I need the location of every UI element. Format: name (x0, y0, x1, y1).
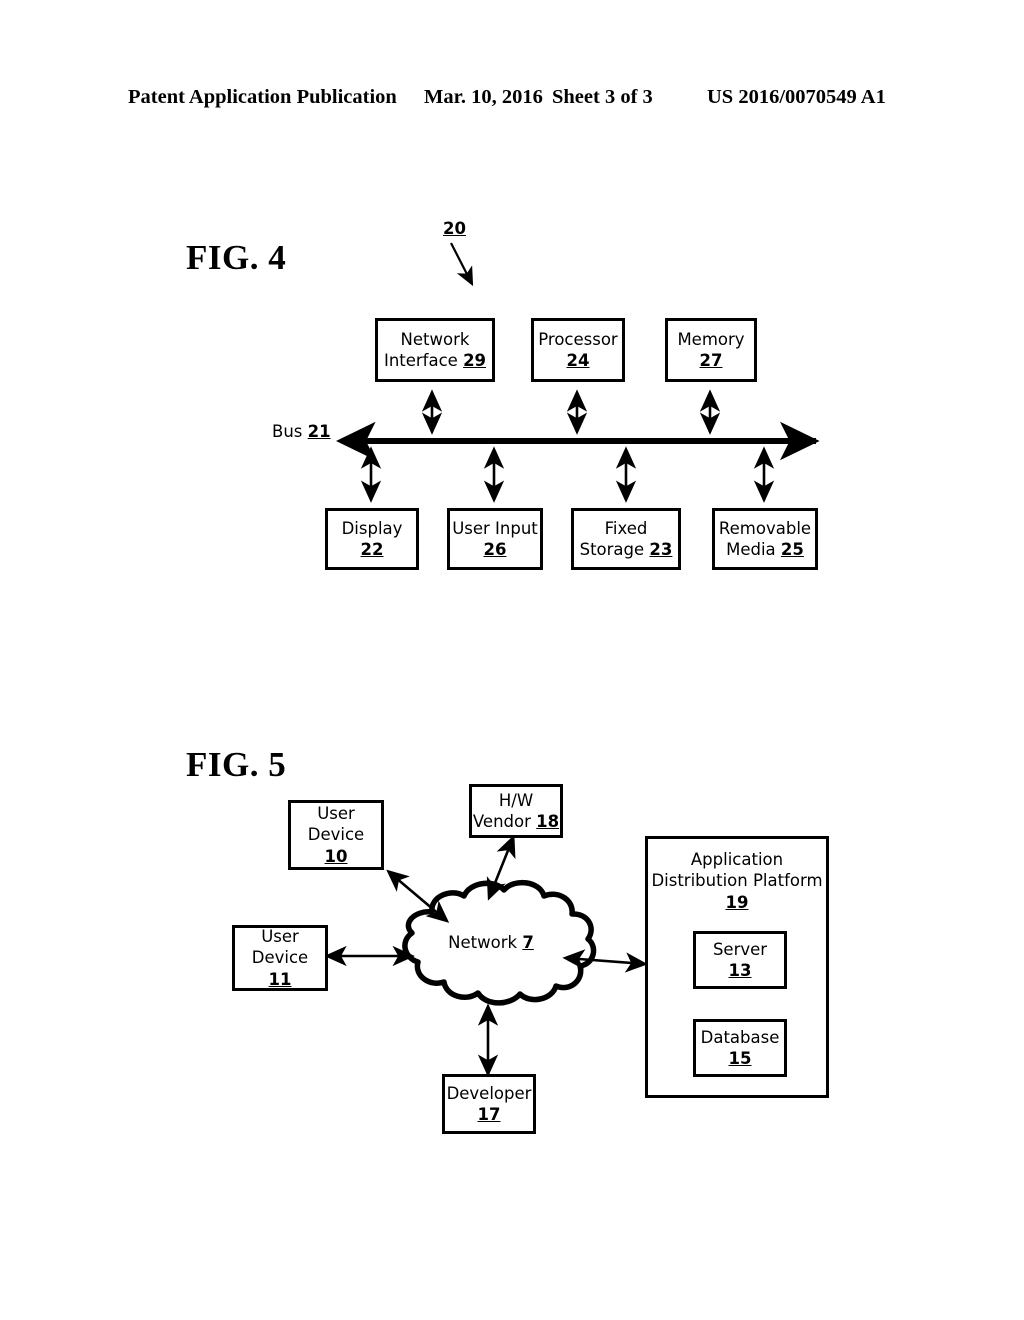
platform-title-line1: Application (690, 850, 784, 869)
arrow-network-platform (562, 949, 648, 973)
box-user-input[interactable]: User Input 26 (447, 508, 543, 570)
platform-ref: 19 (725, 892, 749, 912)
box-application-distribution-platform[interactable]: Application Distribution Platform 19 Ser… (645, 836, 829, 1098)
platform-title: Application Distribution Platform 19 (648, 849, 826, 913)
bus-label-text: Bus (272, 422, 303, 441)
box-network-interface-ref: 29 (463, 351, 487, 370)
box-removable-media-ref: 25 (780, 540, 804, 559)
box-processor[interactable]: Processor 24 (531, 318, 625, 382)
header-sheet: Sheet 3 of 3 (552, 86, 653, 108)
arrow-user-device-10-network (386, 869, 450, 923)
box-removable-media-line1: Removable (718, 518, 812, 538)
box-hw-vendor-18-ref: 18 (536, 812, 560, 831)
box-database-15[interactable]: Database 15 (693, 1019, 787, 1077)
box-server-13-ref: 13 (728, 961, 752, 980)
box-user-device-11-line1: User (261, 927, 299, 947)
network-label-text: Network (448, 933, 518, 952)
system-ref-20: 20 (443, 219, 466, 238)
platform-title-line2: Distribution Platform (651, 871, 823, 891)
box-user-device-10-line1: User (317, 804, 355, 824)
box-fixed-storage-line1: Fixed (604, 518, 648, 538)
box-removable-media[interactable]: Removable Media 25 (712, 508, 818, 570)
network-ref: 7 (522, 933, 534, 952)
box-user-input-line1: User Input (452, 518, 538, 538)
network-cloud-label: Network 7 (436, 932, 546, 954)
box-memory[interactable]: Memory 27 (665, 318, 757, 382)
box-memory-line1: Memory (677, 329, 745, 349)
bus-label: Bus 21 (272, 421, 331, 442)
box-database-15-line1: Database (700, 1027, 780, 1047)
box-developer-17-line1: Developer (446, 1083, 532, 1103)
bus-ref: 21 (307, 422, 331, 441)
box-display-ref: 22 (360, 540, 384, 559)
box-fixed-storage[interactable]: Fixed Storage 23 (571, 508, 681, 570)
header-date: Mar. 10, 2016 (424, 86, 543, 108)
figure-5-label: FIG. 5 (186, 745, 287, 784)
box-processor-ref: 24 (566, 351, 590, 370)
box-removable-media-line2: Media (726, 540, 776, 559)
box-user-device-10-ref: 10 (324, 846, 348, 866)
box-processor-line1: Processor (538, 329, 618, 349)
box-network-interface-line1: Network (400, 329, 470, 349)
box-user-device-11[interactable]: User Device 11 (232, 925, 328, 991)
box-user-device-11-line2: Device (251, 948, 309, 968)
header-publication: Patent Application Publication (128, 86, 397, 108)
box-hw-vendor-18[interactable]: H/W Vendor 18 (469, 784, 563, 838)
box-user-device-10-line2: Device (307, 825, 365, 845)
box-user-device-11-ref: 11 (268, 969, 292, 989)
box-fixed-storage-line2: Storage (579, 540, 645, 559)
box-server-13-line1: Server (712, 939, 768, 959)
ref-20-pointer-arrow (450, 242, 474, 287)
box-server-13[interactable]: Server 13 (693, 931, 787, 989)
box-display[interactable]: Display 22 (325, 508, 419, 570)
box-display-line1: Display (341, 518, 403, 538)
arrow-hw-vendor-18-network (486, 834, 516, 901)
box-fixed-storage-ref: 23 (649, 540, 673, 559)
box-database-15-ref: 15 (728, 1049, 752, 1068)
box-memory-ref: 27 (699, 351, 723, 370)
box-network-interface-line2: Interface (383, 351, 458, 370)
header-patent-number: US 2016/0070549 A1 (707, 86, 886, 108)
box-user-device-10[interactable]: User Device 10 (288, 800, 384, 870)
box-hw-vendor-18-line2: Vendor (472, 812, 531, 831)
box-developer-17[interactable]: Developer 17 (442, 1074, 536, 1134)
box-developer-17-ref: 17 (477, 1105, 501, 1124)
box-network-interface[interactable]: Network Interface 29 (375, 318, 495, 382)
box-hw-vendor-18-line1: H/W (498, 790, 534, 810)
figure-4-label: FIG. 4 (186, 238, 287, 277)
page-header: Patent Application Publication Mar. 10, … (0, 86, 1024, 116)
box-user-input-ref: 26 (483, 540, 507, 559)
